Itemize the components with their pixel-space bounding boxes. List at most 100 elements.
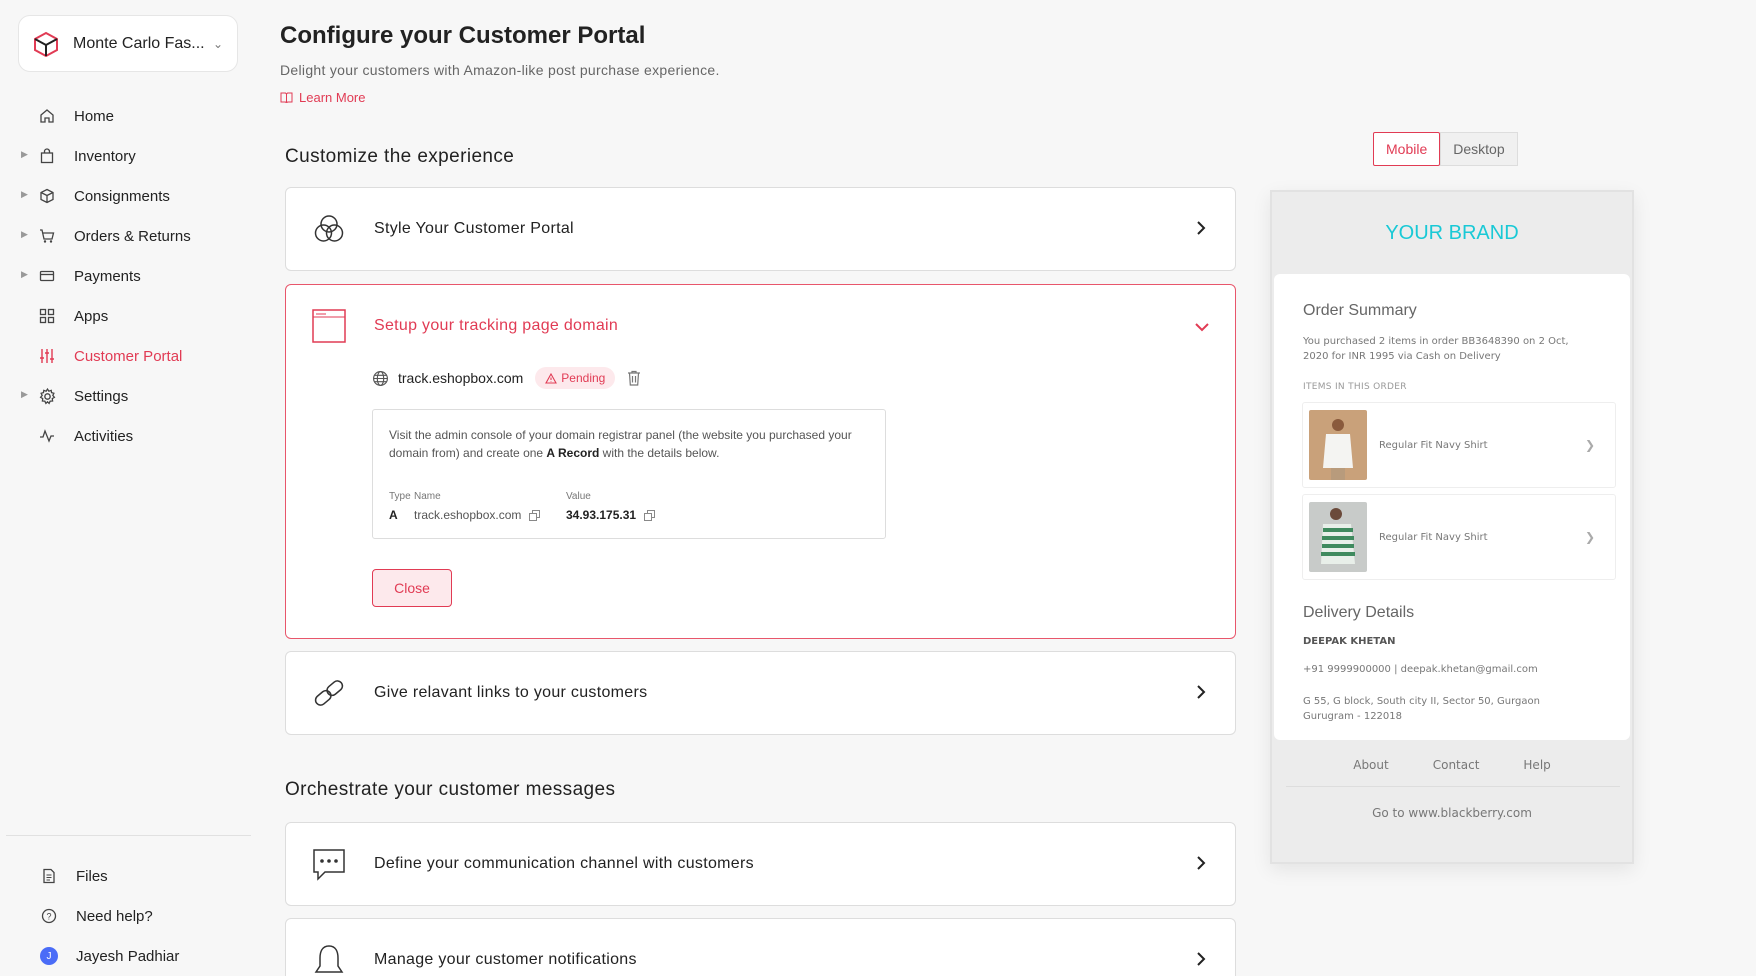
sidebar-item-customer-portal[interactable]: Customer Portal — [0, 336, 260, 376]
card-notifications[interactable]: Manage your customer notifications — [285, 918, 1236, 976]
chevron-right-icon — [1195, 683, 1235, 704]
preview-device-toggle: Mobile Desktop — [1373, 132, 1518, 166]
close-button[interactable]: Close — [372, 569, 452, 607]
sidebar-item-label: Activities — [74, 427, 134, 445]
globe-icon — [373, 370, 388, 386]
warning-triangle-icon — [545, 372, 558, 384]
company-logo-icon — [34, 31, 58, 57]
learn-more-link[interactable]: Learn More — [280, 90, 365, 105]
sidebar: Monte Carlo Fas... ⌄ Home ▶ Inventory ▶ … — [0, 0, 260, 976]
workspace-name: Monte Carlo Fas... — [73, 34, 205, 52]
sidebar-item-label: Orders & Returns — [74, 227, 191, 245]
caret-right-icon[interactable]: ▶ — [21, 149, 28, 160]
footer-link-contact[interactable]: Contact — [1433, 758, 1480, 772]
bag-icon — [38, 147, 56, 165]
dns-instructions: Visit the admin console of your domain r… — [389, 428, 852, 460]
list-item[interactable]: Regular Fit Navy Shirt ❯ — [1302, 402, 1616, 488]
preview-footer-links: About Contact Help — [1272, 758, 1632, 772]
record-value-row: 34.93.175.31 — [566, 506, 656, 524]
sidebar-item-consignments[interactable]: ▶ Consignments — [0, 176, 260, 216]
activity-icon — [38, 427, 56, 445]
caret-right-icon[interactable]: ▶ — [21, 189, 28, 200]
copy-icon[interactable] — [644, 509, 656, 521]
sidebar-item-label: Consignments — [74, 187, 170, 205]
sidebar-divider — [6, 835, 251, 836]
sidebar-item-settings[interactable]: ▶ Settings — [0, 376, 260, 416]
product-thumbnail — [1309, 410, 1367, 480]
footer-divider — [1286, 786, 1620, 787]
chat-bubble-icon — [310, 845, 348, 883]
delete-domain-button[interactable] — [627, 370, 643, 386]
sidebar-item-orders-returns[interactable]: ▶ Orders & Returns — [0, 216, 260, 256]
card-label: Manage your customer notifications — [374, 951, 637, 968]
customer-address: G 55, G block, South city II, Sector 50,… — [1303, 696, 1540, 722]
cart-icon — [38, 227, 56, 245]
items-label: ITEMS IN THIS ORDER — [1303, 382, 1407, 392]
section-orchestrate-title: Orchestrate your customer messages — [285, 779, 616, 800]
sidebar-item-payments[interactable]: ▶ Payments — [0, 256, 260, 296]
footer-link-help[interactable]: Help — [1523, 758, 1550, 772]
order-summary-title: Order Summary — [1303, 302, 1417, 319]
brand-logo-text: YOUR BRAND — [1385, 222, 1519, 244]
chevron-right-icon — [1195, 219, 1235, 240]
sliders-icon — [38, 347, 56, 365]
copy-icon[interactable] — [529, 509, 541, 521]
chevron-right-icon — [1195, 950, 1235, 971]
caret-right-icon[interactable]: ▶ — [21, 269, 28, 280]
card-tracking-domain: Setup your tracking page domain track.es… — [285, 284, 1236, 639]
chevron-down-icon — [1195, 316, 1235, 337]
sidebar-item-label: Settings — [74, 387, 129, 405]
card-icon — [38, 267, 56, 285]
dns-instructions-box: Visit the admin console of your domain r… — [372, 409, 886, 539]
sidebar-item-label: Apps — [74, 307, 109, 325]
svg-text:?: ? — [46, 912, 51, 922]
card-tracking-domain-header[interactable]: Setup your tracking page domain — [286, 285, 1235, 367]
item-name: Regular Fit Navy Shirt — [1379, 439, 1488, 451]
record-name-row: track.eshopbox.com — [414, 506, 541, 524]
customer-contact: +91 9999900000 | deepak.khetan@gmail.com — [1303, 664, 1538, 675]
sidebar-item-apps[interactable]: Apps — [0, 296, 260, 336]
tab-desktop[interactable]: Desktop — [1440, 132, 1518, 166]
sidebar-item-label: Payments — [74, 267, 141, 285]
chevron-right-icon: ❯ — [1585, 530, 1596, 544]
record-name-label: Name — [414, 491, 441, 502]
order-summary-card: Order Summary You purchased 2 items in o… — [1274, 274, 1630, 740]
sidebar-item-help[interactable]: ? Need help? — [0, 896, 260, 936]
footer-link-about[interactable]: About — [1353, 758, 1388, 772]
main-content: Configure your Customer Portal Delight y… — [280, 0, 1240, 976]
bell-icon — [310, 941, 348, 976]
record-name-value: track.eshopbox.com — [414, 508, 522, 522]
page-title: Configure your Customer Portal — [280, 22, 646, 49]
caret-right-icon[interactable]: ▶ — [21, 389, 28, 400]
card-style-portal[interactable]: Style Your Customer Portal — [285, 187, 1236, 271]
card-label: Style Your Customer Portal — [374, 220, 574, 237]
card-relevant-links[interactable]: Give relavant links to your customers — [285, 651, 1236, 735]
sidebar-item-files[interactable]: Files — [0, 856, 260, 896]
sidebar-item-inventory[interactable]: ▶ Inventory — [0, 136, 260, 176]
record-value-value: 34.93.175.31 — [566, 508, 637, 522]
tab-mobile[interactable]: Mobile — [1373, 132, 1441, 166]
status-badge-label: Pending — [561, 371, 606, 385]
sidebar-item-user[interactable]: J Jayesh Padhiar — [0, 936, 260, 976]
sidebar-item-home[interactable]: Home — [0, 96, 260, 136]
workspace-switcher[interactable]: Monte Carlo Fas... ⌄ — [18, 15, 238, 72]
domain-status-row: track.eshopbox.com Pending — [372, 367, 643, 389]
list-item[interactable]: Regular Fit Navy Shirt ❯ — [1302, 494, 1616, 580]
caret-right-icon[interactable]: ▶ — [21, 229, 28, 240]
sidebar-item-label: Inventory — [74, 147, 136, 165]
sidebar-item-label: Customer Portal — [74, 347, 183, 365]
learn-more-label: Learn More — [299, 90, 366, 105]
box-icon — [38, 187, 56, 205]
go-to-site-link[interactable]: Go to www.blackberry.com — [1272, 806, 1632, 820]
main-nav: Home ▶ Inventory ▶ Consignments ▶ Orders… — [0, 96, 260, 456]
user-name: Jayesh Padhiar — [76, 947, 180, 965]
portal-preview: YOUR BRAND Order Summary You purchased 2… — [1270, 190, 1634, 864]
chevron-down-icon[interactable]: ⌄ — [213, 37, 223, 51]
page-subtitle: Delight your customers with Amazon-like … — [280, 62, 720, 78]
card-communication-channel[interactable]: Define your communication channel with c… — [285, 822, 1236, 906]
link-icon — [310, 674, 348, 712]
home-icon — [38, 107, 56, 125]
record-type-value: A — [389, 508, 398, 522]
apps-grid-icon — [38, 307, 56, 325]
sidebar-item-activities[interactable]: Activities — [0, 416, 260, 456]
